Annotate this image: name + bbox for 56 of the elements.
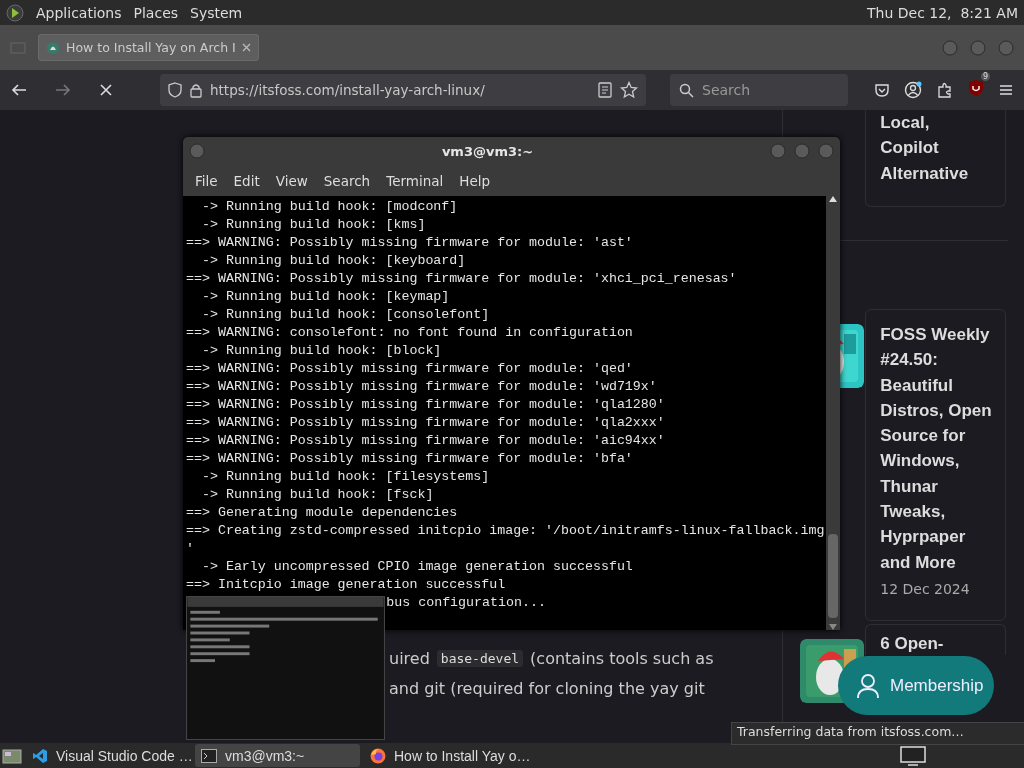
article-text: uired: [389, 648, 430, 668]
search-field[interactable]: Search: [670, 74, 848, 106]
terminal-line: -> Running build hook: [keymap]: [200, 288, 450, 306]
article-title[interactable]: Local, Copilot Alternative: [880, 110, 1001, 186]
terminal-line: bus configuration...: [386, 594, 546, 612]
terminal-line: ==> WARNING: Possibly missing firmware for module: 'wd719x': [186, 378, 657, 396]
taskbar-item[interactable]: vm3@vm3:~: [195, 744, 360, 767]
taskbar-item[interactable]: Visual Studio Code …: [26, 744, 191, 767]
membership-button[interactable]: Membership: [838, 656, 994, 715]
terminal-line: -> Running build hook: [block]: [200, 342, 442, 360]
window-title: vm3@vm3:~: [440, 143, 535, 159]
terminal-line: ==> WARNING: Possibly missing firmware for module: 'qla1280': [186, 396, 665, 414]
article-text: (contains tools such as: [530, 648, 714, 668]
article-card[interactable]: 6 Open-: [865, 624, 1007, 655]
status-tooltip: Transferring data from itsfoss.com…: [731, 722, 1024, 745]
article-text: and git (required for cloning the yay git: [389, 678, 705, 698]
terminal-line: ==> WARNING: Possibly missing firmware for module: 'qla2xxx': [186, 414, 665, 432]
panel-menu[interactable]: Applications: [36, 4, 122, 21]
panel-menu[interactable]: System: [190, 4, 243, 21]
terminal-line: -> Running build hook: [consolefont]: [200, 306, 490, 324]
terminal-line: ==> Generating module dependencies: [186, 504, 458, 522]
terminal-line: -> Running build hook: [keyboard]: [200, 252, 466, 270]
count-badge: 9: [980, 72, 990, 81]
browser-tab[interactable]: How to Install Yay on Arch I: [38, 34, 259, 61]
menu-item[interactable]: File: [187, 172, 226, 189]
terminal-line: ==> WARNING: consolefont: no font found in configuration: [186, 324, 633, 342]
terminal-line: ==> WARNING: Possibly missing firmware for module: 'aic94xx': [186, 432, 665, 450]
clock: Thu Dec 12, 8:21 AM: [867, 4, 1018, 21]
menu-item[interactable]: Edit: [225, 172, 268, 189]
article-title[interactable]: 6 Open-: [880, 633, 1001, 655]
inline-code: base-devel: [436, 649, 524, 667]
terminal-line: -> Early uncompressed CPIO image generation successful: [200, 558, 633, 576]
terminal-line: ': [186, 540, 194, 558]
terminal-line: ==> WARNING: Possibly missing firmware for module: 'qed': [186, 360, 633, 378]
terminal-line: ==> Creating zstd-compressed initcpio image: '/boot/initramfs-linux-fallback.img: [186, 522, 825, 540]
taskbar-item[interactable]: How to Install Yay o…: [364, 744, 529, 767]
terminal-line: ==> WARNING: Possibly missing firmware for module: 'xhci_pci_renesas': [186, 270, 737, 288]
article-card[interactable]: FOSS Weekly #24.50: Beautiful Distros, Open Source for Windows, Thunar Tweaks, Hyprpaper and More 12 Dec 2024: [865, 309, 1007, 621]
terminal-line: ==> WARNING: Possibly missing firmware for module: 'ast': [186, 234, 633, 252]
terminal-line: -> Running build hook: [filesystems]: [200, 468, 490, 486]
tab-title: How to Install Yay on Arch I: [66, 40, 236, 55]
menu-item[interactable]: Search: [315, 172, 379, 189]
article-title[interactable]: FOSS Weekly #24.50: Beautiful Distros, Open Source for Windows, Thunar Tweaks, Hyprpaper and More: [880, 322, 1001, 575]
article-card[interactable]: Local, Copilot Alternative: [865, 110, 1007, 207]
menu-item[interactable]: Help: [451, 172, 499, 189]
menu-item[interactable]: Terminal: [378, 172, 452, 189]
terminal-line: ==> WARNING: Possibly missing firmware for module: 'bfa': [186, 450, 633, 468]
panel-menu[interactable]: Places: [133, 4, 179, 21]
terminal-line: -> Running build hook: [modconf]: [200, 198, 458, 216]
address-bar[interactable]: https://itsfoss.com/install-yay-arch-linux/: [160, 74, 646, 106]
terminal-line: ==> Initcpio image generation successful: [186, 576, 506, 594]
menu-item[interactable]: View: [267, 172, 316, 189]
url-text: https://itsfoss.com/install-yay-arch-linux/: [210, 82, 486, 98]
terminal-line: -> Running build hook: [fsck]: [200, 486, 434, 504]
article-date: 12 Dec 2024: [880, 580, 971, 597]
terminal-line: -> Running build hook: [kms]: [200, 216, 426, 234]
